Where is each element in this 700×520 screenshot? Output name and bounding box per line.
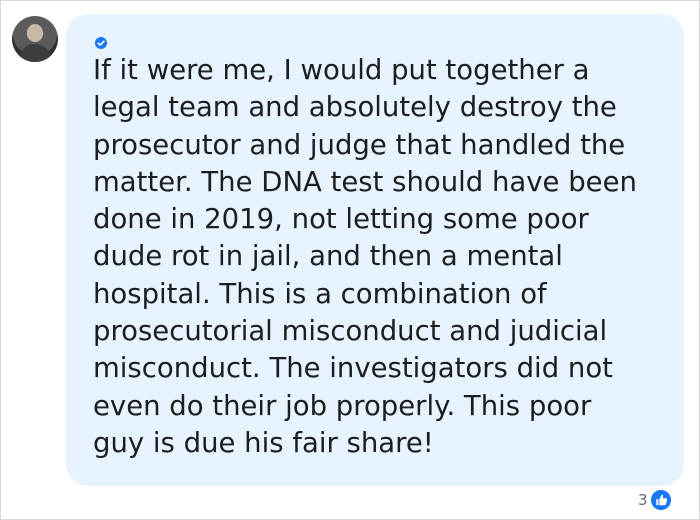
avatar[interactable]	[12, 16, 58, 62]
like-thumbs-up-icon	[649, 489, 672, 511]
comment-bubble: If it were me, I would put together a le…	[66, 14, 684, 486]
avatar-head-shape	[27, 24, 43, 42]
comment-text: If it were me, I would put together a le…	[93, 54, 637, 459]
reaction-summary[interactable]: 3	[638, 488, 672, 512]
avatar-body-shape	[20, 44, 50, 62]
verified-check-icon	[95, 37, 107, 49]
reaction-count: 3	[638, 491, 648, 509]
